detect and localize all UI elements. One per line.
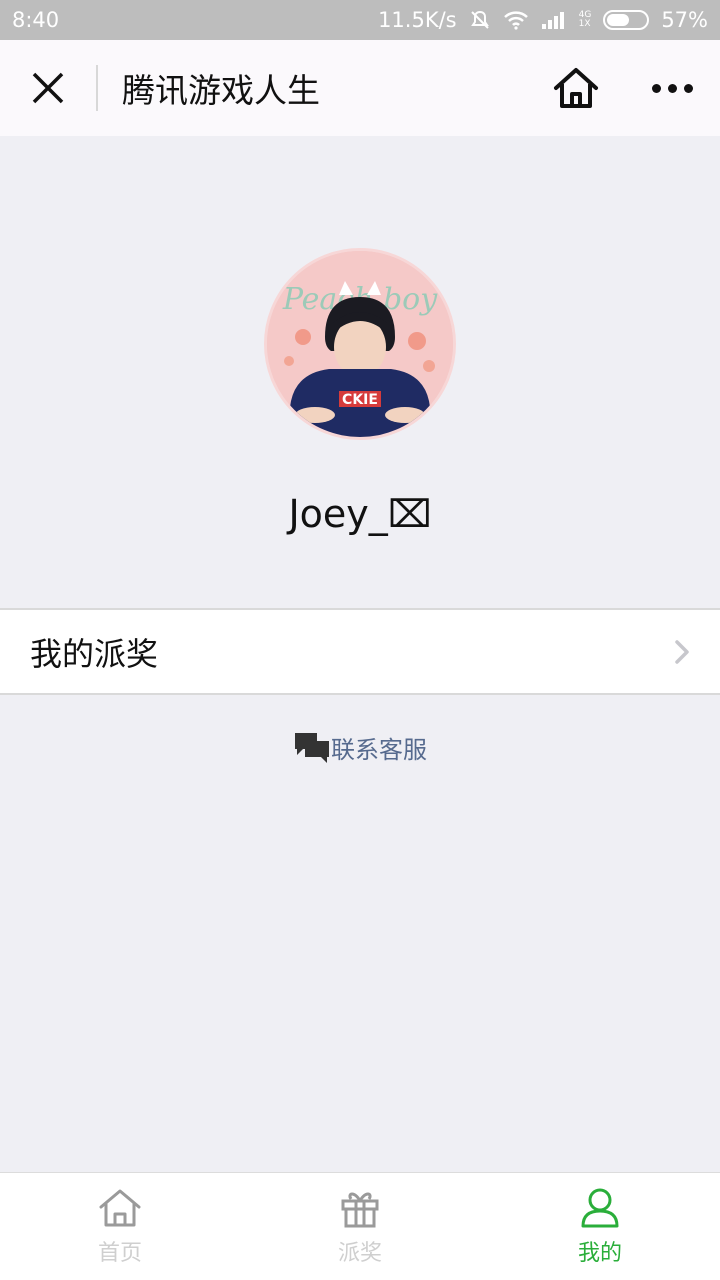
signal-icon	[541, 10, 567, 30]
my-awards-item[interactable]: 我的派奖	[0, 608, 720, 695]
close-button[interactable]	[0, 40, 96, 136]
network-speed: 11.5K/s	[378, 8, 457, 32]
mute-icon	[469, 9, 491, 31]
page-title: 腾讯游戏人生	[122, 71, 320, 110]
tab-home[interactable]: 首页	[0, 1173, 240, 1280]
wifi-icon	[503, 10, 529, 30]
my-awards-label: 我的派奖	[30, 634, 159, 673]
battery-icon	[603, 10, 650, 30]
more-icon-dot	[651, 83, 661, 93]
battery-fill	[607, 14, 629, 26]
nav-divider	[96, 65, 98, 111]
tab-mine[interactable]: 我的	[480, 1173, 720, 1280]
tab-mine-label: 我的	[577, 1241, 622, 1266]
status-indicators: 11.5K/s 4G 1X 57%	[378, 8, 708, 32]
contact-support-label: 联系客服	[331, 735, 427, 764]
more-button[interactable]	[624, 40, 720, 136]
home-icon	[554, 68, 598, 108]
close-icon	[32, 72, 64, 104]
tab-awards[interactable]: 派奖	[240, 1173, 480, 1280]
username-glyph: ⌧	[387, 492, 432, 536]
tab-bar: 首页 派奖 我的	[0, 1172, 720, 1280]
user-icon	[581, 1188, 619, 1228]
more-icon-dot	[683, 83, 693, 93]
home-button[interactable]	[528, 40, 624, 136]
home-icon	[99, 1189, 141, 1227]
contact-support-link[interactable]: 联系客服	[0, 722, 720, 772]
network-type: 4G 1X	[578, 10, 592, 29]
nav-bar: 腾讯游戏人生	[0, 40, 720, 136]
username: Joey_⌧	[288, 492, 432, 536]
battery-percent: 57%	[661, 8, 708, 32]
avatar[interactable]: Peach boy CKIE	[264, 248, 456, 440]
avatar-image: Peach boy CKIE	[267, 251, 453, 437]
tab-awards-label: 派奖	[337, 1241, 382, 1266]
gift-icon	[341, 1192, 379, 1228]
more-icon-dot	[667, 83, 677, 93]
profile-header: Peach boy CKIE Joey_⌧	[0, 136, 720, 608]
chevron-right-icon	[674, 639, 690, 665]
tab-home-label: 首页	[97, 1241, 142, 1266]
chat-icon	[295, 733, 329, 763]
status-time: 8:40	[12, 8, 60, 32]
status-bar: 8:40 11.5K/s 4G 1X 57%	[0, 0, 720, 40]
shirt-print: CKIE	[342, 392, 378, 408]
